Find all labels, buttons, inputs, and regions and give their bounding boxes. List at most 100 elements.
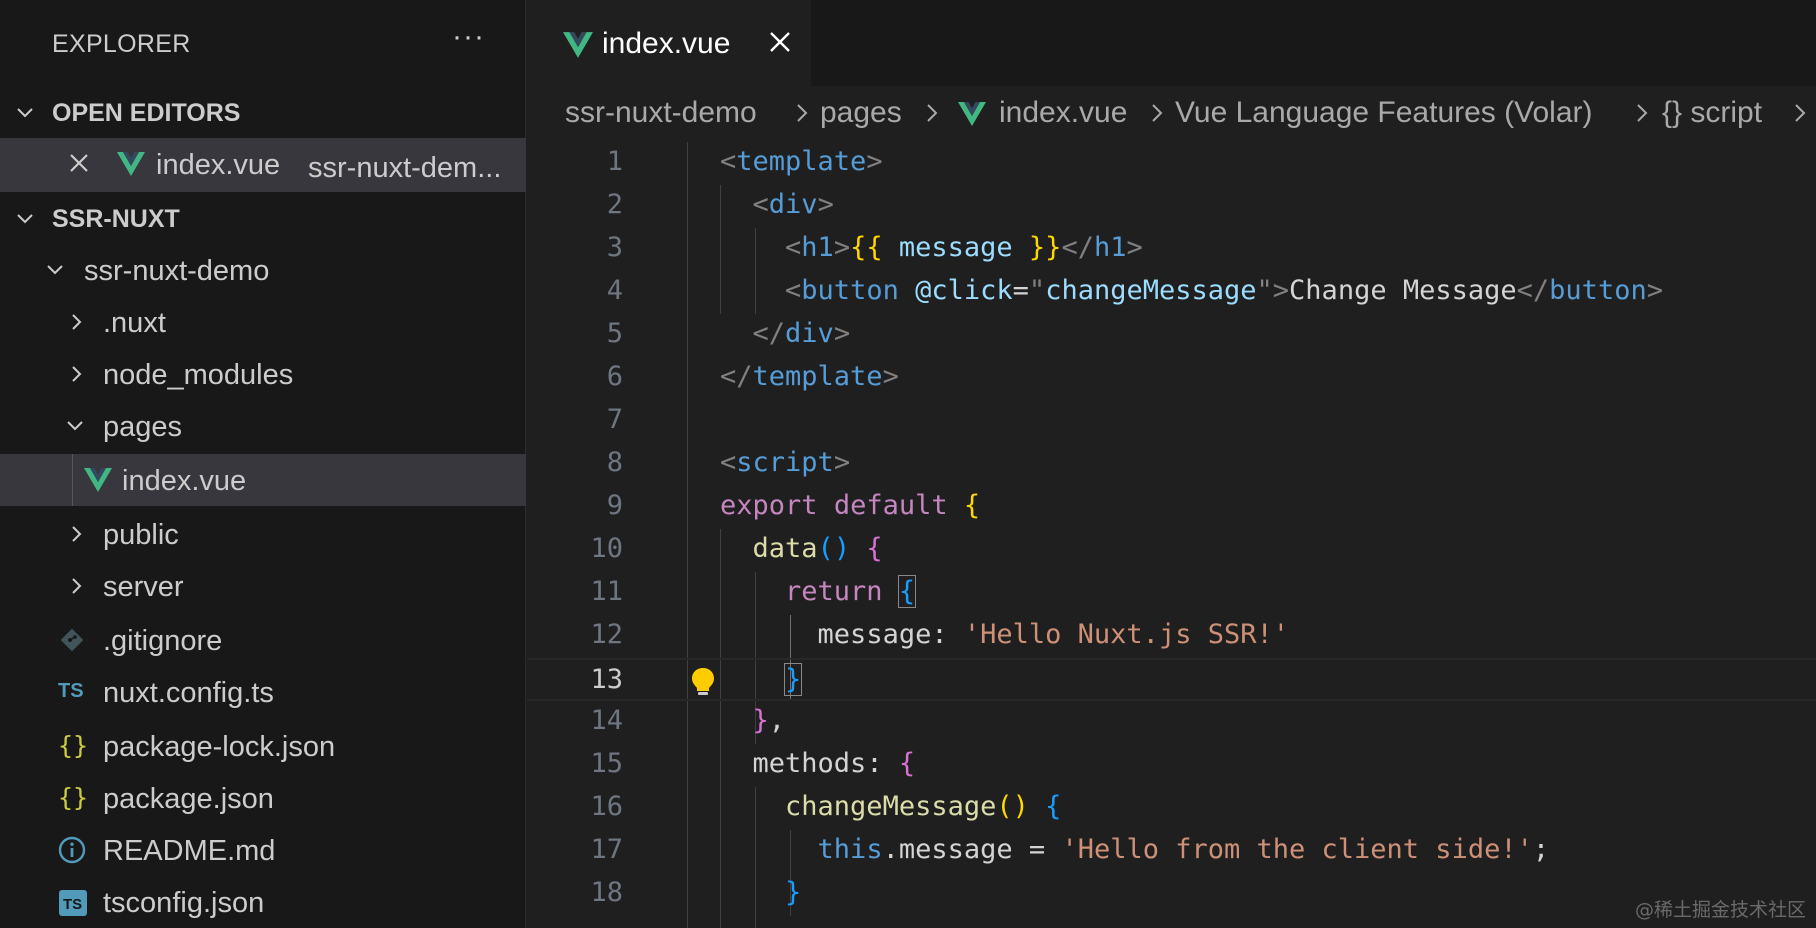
code-text: <h1>{{ message }}</h1> — [785, 232, 1143, 263]
line-number: 1 — [606, 146, 623, 177]
code-text: } — [784, 663, 803, 696]
breadcrumb-item[interactable]: Vue Language Features (Volar) — [1175, 96, 1593, 130]
tree-item-label: README.md — [103, 835, 276, 867]
workspace-section-header[interactable]: SSR-NUXT — [0, 194, 526, 244]
tree-item-index-vue[interactable]: index.vue — [0, 454, 526, 506]
breadcrumb-item[interactable]: index.vue — [999, 96, 1127, 130]
git-icon — [60, 628, 84, 657]
tree-item-label: pages — [103, 411, 183, 443]
explorer-header: EXPLORER ··· — [0, 0, 526, 88]
info-icon — [58, 836, 86, 869]
tree-item-tsconfig[interactable]: TS tsconfig.json — [0, 876, 526, 928]
code-line[interactable]: 10 data() { — [527, 529, 1816, 572]
chevron-right-icon — [1150, 102, 1164, 129]
more-actions-icon[interactable]: ··· — [452, 20, 485, 54]
tree-item-server[interactable]: server — [0, 560, 526, 612]
code-line[interactable]: 1 <template> — [527, 142, 1816, 185]
code-text: message: 'Hello Nuxt.js SSR!' — [817, 619, 1289, 650]
line-number: 6 — [606, 361, 623, 392]
code-line[interactable]: 17 this.message = 'Hello from the client… — [527, 830, 1816, 873]
json-icon: {} — [58, 783, 89, 812]
open-editor-filename: index.vue — [156, 149, 281, 181]
line-number: 15 — [590, 748, 623, 779]
line-number: 9 — [606, 490, 623, 521]
open-editors-section-header[interactable]: OPEN EDITORS — [0, 88, 526, 138]
tree-item-label: server — [103, 571, 184, 603]
code-line[interactable]: 6 </template> — [527, 357, 1816, 400]
line-number: 18 — [590, 877, 623, 908]
chevron-right-icon — [925, 102, 939, 129]
code-text: <script> — [720, 447, 851, 478]
code-text: </div> — [752, 318, 851, 349]
tab-label: index.vue — [602, 27, 731, 60]
code-line[interactable]: 2 <div> — [527, 185, 1816, 228]
code-line[interactable]: 15 methods: { — [527, 744, 1816, 787]
code-line[interactable]: 16 changeMessage() { — [527, 787, 1816, 830]
tree-item-ssr-nuxt-demo[interactable]: ssr-nuxt-demo — [0, 244, 526, 296]
vue-file-icon — [958, 102, 986, 131]
chevron-down-icon — [66, 417, 84, 435]
close-icon[interactable] — [68, 152, 90, 179]
breadcrumb-item[interactable]: pages — [820, 96, 902, 130]
tree-item-gitignore[interactable]: .gitignore — [0, 614, 526, 666]
line-number: 7 — [606, 404, 623, 435]
tree-item-package-lock[interactable]: {} package-lock.json — [0, 720, 526, 772]
breadcrumb-item[interactable]: ssr-nuxt-demo — [565, 96, 757, 130]
code-line[interactable]: 14 }, — [527, 701, 1816, 744]
code-line[interactable]: 3 <h1>{{ message }}</h1> — [527, 228, 1816, 271]
code-text: }, — [752, 705, 786, 736]
close-icon[interactable] — [768, 30, 792, 59]
line-number: 4 — [606, 275, 623, 306]
vue-file-icon — [117, 152, 145, 181]
tree-item-readme[interactable]: README.md — [0, 824, 526, 876]
code-text: <template> — [720, 146, 883, 177]
tree-item-package-json[interactable]: {} package.json — [0, 772, 526, 824]
chevron-down-icon — [16, 104, 34, 122]
chevron-right-icon — [68, 365, 86, 383]
tree-item-label: ssr-nuxt-demo — [84, 255, 270, 287]
line-number: 8 — [606, 447, 623, 478]
open-editor-description: ssr-nuxt-dem... — [308, 152, 502, 184]
tree-item-nuxt[interactable]: .nuxt — [0, 296, 526, 348]
tree-item-label: index.vue — [122, 465, 247, 497]
typescript-icon: TS — [58, 680, 84, 702]
tree-item-label: package.json — [103, 783, 274, 815]
code-text: data() { — [752, 533, 883, 564]
tree-item-label: tsconfig.json — [103, 887, 265, 919]
tree-item-node-modules[interactable]: node_modules — [0, 348, 526, 400]
tsconfig-icon: TS — [59, 890, 87, 916]
chevron-right-icon — [68, 577, 86, 595]
line-number: 16 — [590, 791, 623, 822]
tab-bar: index.vue — [527, 0, 1816, 86]
chevron-right-icon — [795, 102, 809, 129]
line-number: 17 — [590, 834, 623, 865]
breadcrumb-item[interactable]: {} script — [1662, 96, 1762, 130]
code-text: <button @click="changeMessage">Change Me… — [785, 275, 1663, 306]
code-line[interactable]: 18 } — [527, 873, 1816, 916]
chevron-right-icon — [68, 525, 86, 543]
tab-index-vue[interactable]: index.vue — [527, 0, 811, 86]
tree-item-label: .gitignore — [103, 625, 223, 657]
vue-file-icon — [563, 32, 593, 63]
line-number: 3 — [606, 232, 623, 263]
lightbulb-icon[interactable] — [690, 666, 716, 705]
code-line[interactable]: 7 — [527, 400, 1816, 443]
code-line[interactable]: 8 <script> — [527, 443, 1816, 486]
line-number: 13 — [590, 664, 623, 695]
line-number: 14 — [590, 705, 623, 736]
tree-item-label: nuxt.config.ts — [103, 677, 274, 709]
code-line[interactable]: 13 } — [527, 658, 1816, 701]
tree-item-pages[interactable]: pages — [0, 400, 526, 452]
code-line[interactable]: 11 return { — [527, 572, 1816, 615]
json-icon: {} — [58, 731, 89, 760]
code-text: this.message = 'Hello from the client si… — [817, 834, 1550, 865]
code-line[interactable]: 4 <button @click="changeMessage">Change … — [527, 271, 1816, 314]
tree-item-public[interactable]: public — [0, 508, 526, 560]
code-editor[interactable]: 1 <template> 2 <div> 3 <h1>{{ message }}</h… — [527, 142, 1816, 928]
open-editor-item[interactable]: index.vue ssr-nuxt-dem... — [0, 138, 526, 192]
tree-item-nuxt-config[interactable]: TS nuxt.config.ts — [0, 666, 526, 718]
open-editors-label: OPEN EDITORS — [52, 99, 241, 127]
code-line[interactable]: 9 export default { — [527, 486, 1816, 529]
code-line[interactable]: 12 message: 'Hello Nuxt.js SSR!' — [527, 615, 1816, 658]
code-line[interactable]: 5 </div> — [527, 314, 1816, 357]
